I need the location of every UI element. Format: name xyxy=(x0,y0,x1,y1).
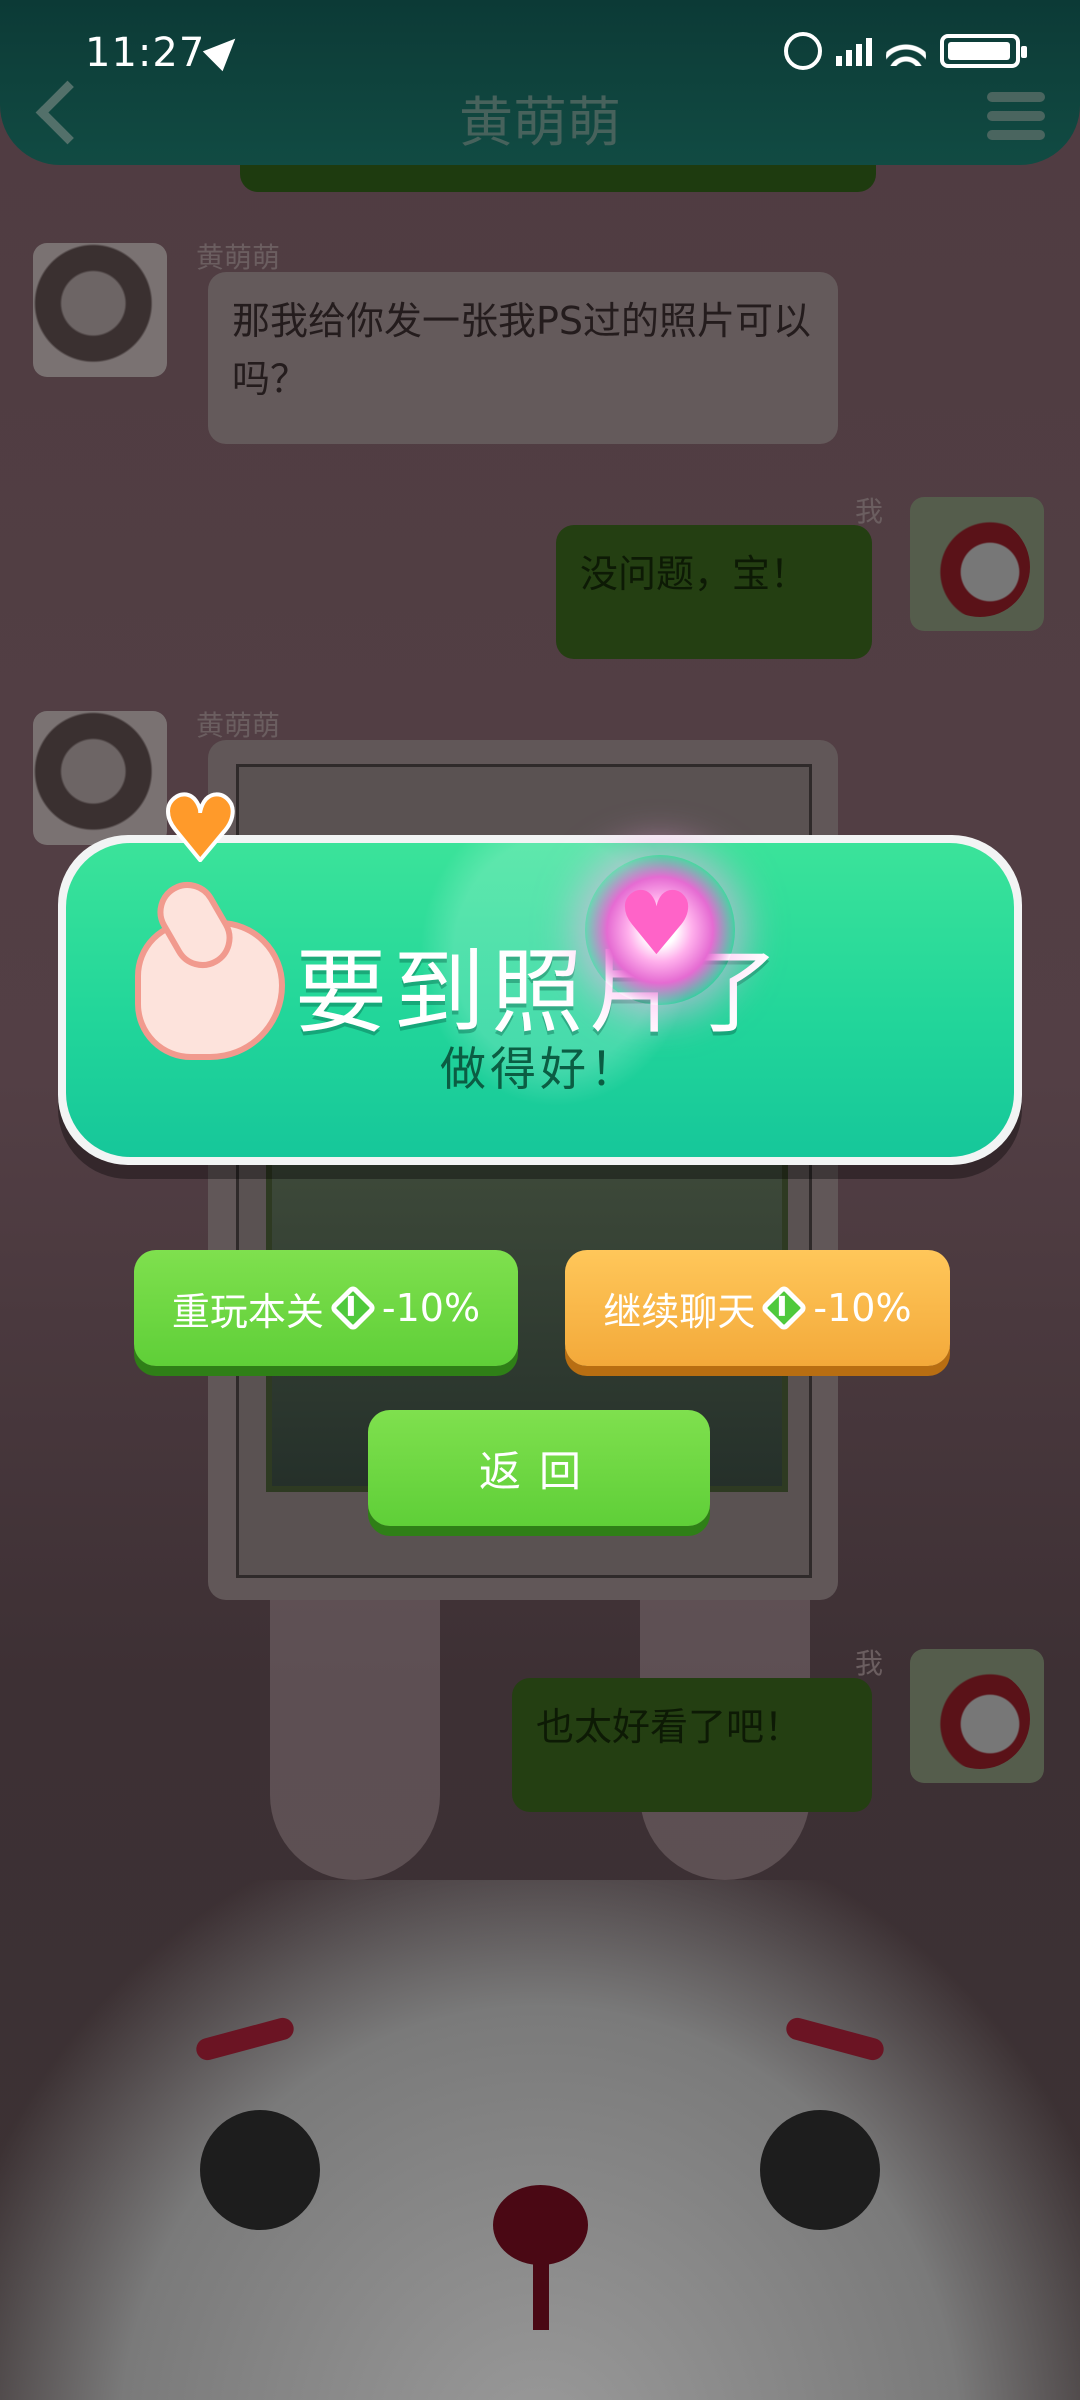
bunny-eye-right xyxy=(760,2110,880,2230)
finger-heart-icon xyxy=(125,860,305,1060)
sender-name: 我 xyxy=(855,495,884,528)
wifi-icon xyxy=(886,36,926,66)
message-bubble: 没问题，宝！ xyxy=(556,525,872,659)
sender-name: 黄萌萌 xyxy=(196,241,281,274)
replay-level-button[interactable]: 重玩本关 -10% xyxy=(134,1250,518,1366)
status-bar: 11:27 xyxy=(0,0,1080,110)
message-bubble: 也太好看了吧！ xyxy=(512,1678,872,1812)
energy-icon xyxy=(328,1283,377,1333)
bunny-eye-left xyxy=(200,2110,320,2230)
alarm-icon xyxy=(784,32,822,70)
replay-label: 重玩本关 xyxy=(171,1289,324,1334)
replay-cost: -10% xyxy=(381,1286,481,1330)
continue-cost: -10% xyxy=(813,1286,912,1330)
battery-icon xyxy=(940,34,1027,68)
bunny-mouth xyxy=(533,2260,549,2330)
continue-chat-button[interactable]: 继续聊天 -10% xyxy=(565,1250,950,1366)
location-icon xyxy=(202,28,246,72)
avatar[interactable] xyxy=(33,243,167,377)
sender-name: 黄萌萌 xyxy=(196,709,281,742)
message-bubble: 那我给你发一张我PS过的照片可以吗？ xyxy=(208,272,838,444)
signal-icon xyxy=(836,36,872,66)
heart-icon: ♥ xyxy=(617,872,696,975)
avatar[interactable] xyxy=(910,1649,1044,1783)
avatar[interactable] xyxy=(33,711,167,845)
heart-icon: ♥ xyxy=(158,777,243,882)
energy-icon xyxy=(760,1283,809,1333)
back-button[interactable]: 返回 xyxy=(368,1410,710,1526)
bunny-nose xyxy=(493,2185,588,2265)
sender-name: 我 xyxy=(855,1647,884,1680)
status-time: 11:27 xyxy=(85,30,206,76)
avatar[interactable] xyxy=(910,497,1044,631)
continue-label: 继续聊天 xyxy=(603,1289,756,1334)
